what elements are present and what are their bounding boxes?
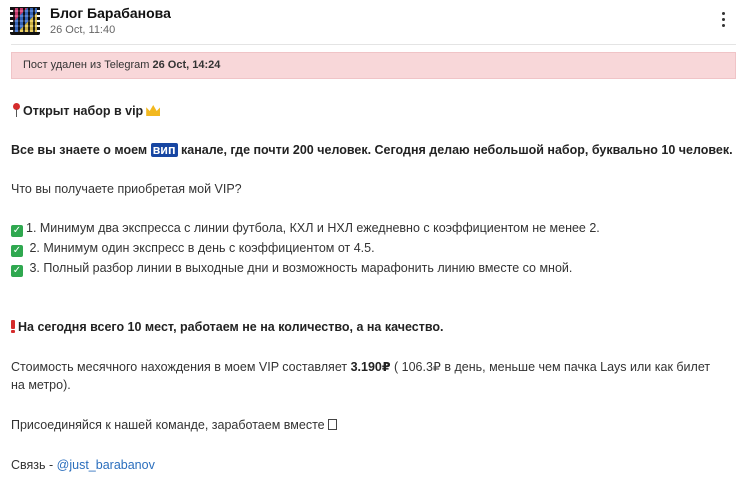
post-headline: Открыт набор в vip xyxy=(23,104,144,118)
more-vertical-icon-dot xyxy=(722,24,725,27)
deleted-notice-text: Пост удален из Telegram xyxy=(23,59,153,71)
more-vertical-icon-dot xyxy=(722,18,725,21)
post-price: Стоимость месячного нахождения в моем VI… xyxy=(11,359,710,374)
header-divider xyxy=(11,44,736,45)
post-contact: Связь - @just_barabanov xyxy=(11,458,155,472)
post-header: Блог Барабанова 26 Oct, 11:40 xyxy=(0,0,746,46)
post-limit: На сегодня всего 10 мест, работаем не на… xyxy=(11,320,444,334)
benefit-text: 1. Минимум два экспресса с линии футбола… xyxy=(26,221,600,235)
crown-icon xyxy=(146,105,161,116)
deleted-notice-date: 26 Oct, 14:24 xyxy=(152,59,221,71)
benefit-item: ✓ 3. Полный разбор линии в выходные дни … xyxy=(11,261,572,277)
more-vertical-icon xyxy=(722,12,725,15)
contact-link[interactable]: @just_barabanov xyxy=(57,458,155,472)
post-headline-line: Открыт набор в vip xyxy=(11,103,161,118)
check-mark-icon: ✓ xyxy=(11,245,23,257)
intro-highlight: вип xyxy=(150,143,178,157)
join-text: Присоединяйся к нашей команде, заработае… xyxy=(11,418,325,432)
price-text-rest: ( 106.3₽ в день, меньше чем пачка Lays и… xyxy=(390,360,711,374)
channel-avatar[interactable] xyxy=(10,5,40,35)
deleted-notice: Пост удален из Telegram 26 Oct, 14:24 xyxy=(11,52,736,79)
benefit-text: 3. Полный разбор линии в выходные дни и … xyxy=(26,261,573,275)
missing-glyph-icon xyxy=(327,419,337,430)
price-value: 3.190₽ xyxy=(350,360,391,374)
post-question: Что вы получаете приобретая мой VIP? xyxy=(11,182,242,196)
intro-text: Все вы знаете о моем xyxy=(11,143,151,157)
more-options-button[interactable] xyxy=(716,8,732,32)
check-mark-icon: ✓ xyxy=(11,225,23,237)
price-text: Стоимость месячного нахождения в моем VI… xyxy=(11,360,351,374)
exclamation-icon xyxy=(11,320,15,333)
post-intro: Все вы знаете о моем вип канале, где поч… xyxy=(11,143,733,157)
post-timestamp: 26 Oct, 11:40 xyxy=(50,24,116,36)
benefit-item: ✓ 2. Минимум один экспресс в день с коэф… xyxy=(11,241,375,257)
post-join: Присоединяйся к нашей команде, заработае… xyxy=(11,418,337,432)
intro-text-rest: канале, где почти 200 человек. Сегодня д… xyxy=(177,143,733,157)
pushpin-icon xyxy=(11,103,21,117)
limit-text: На сегодня всего 10 мест, работаем не на… xyxy=(18,320,444,334)
check-mark-icon: ✓ xyxy=(11,265,23,277)
benefit-text: 2. Минимум один экспресс в день с коэффи… xyxy=(26,241,375,255)
benefit-item: ✓ 1. Минимум два экспресса с линии футбол… xyxy=(11,221,600,237)
channel-name[interactable]: Блог Барабанова xyxy=(50,5,171,21)
contact-label: Связь - xyxy=(11,458,57,472)
post-price-line2: на метро). xyxy=(11,378,71,392)
